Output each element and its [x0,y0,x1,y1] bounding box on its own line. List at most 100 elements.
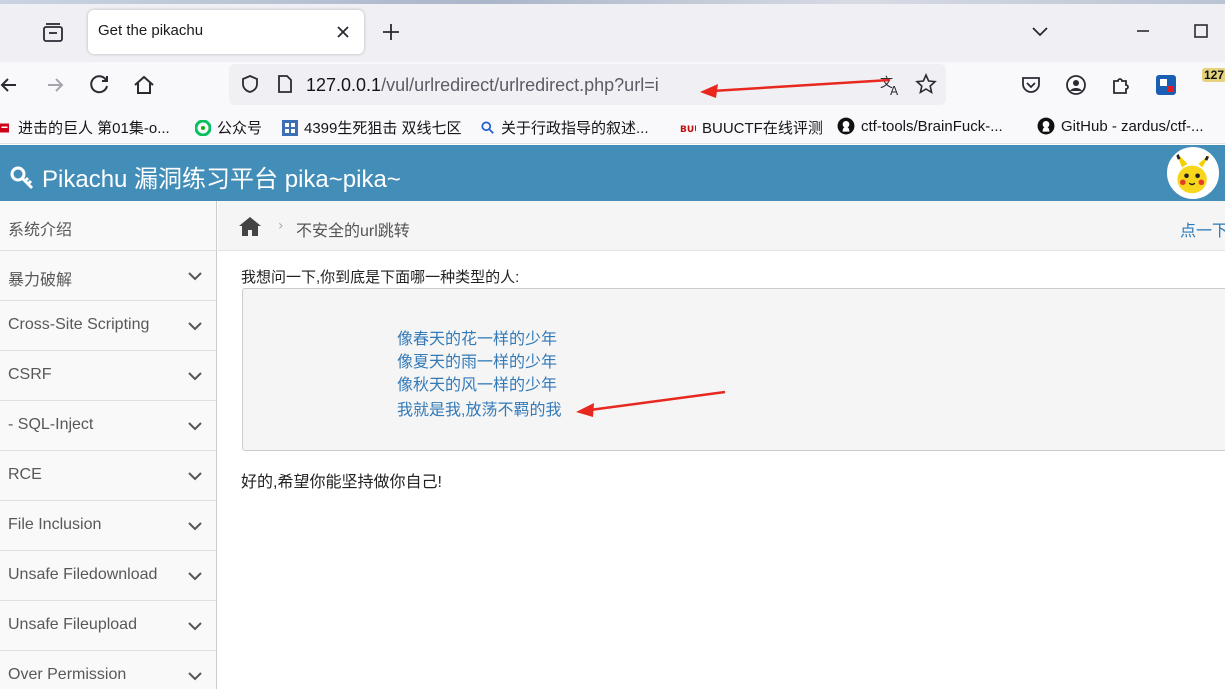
bookmark-item[interactable]: 关于行政指导的叙述... [481,117,649,138]
game-icon [282,120,298,136]
sidebar-item-label: 暴力破解 [8,272,73,289]
bookmark-label: 关于行政指导的叙述... [501,120,649,137]
video-icon [0,123,9,133]
url-host: 127.0.0.1 [306,75,382,95]
sidebar: 系统介绍暴力破解 Cross-Site Scripting CSRF - SQL-In… [0,201,217,689]
shield-icon[interactable] [239,73,261,95]
pocket-icon[interactable] [1018,72,1044,98]
bookmark-label: 进击的巨人 第01集-o... [18,120,170,137]
new-tab-icon[interactable] [379,20,403,44]
bookmark-item[interactable]: 进击的巨人 第01集-o... [0,117,170,138]
chevron-down-icon [188,522,202,531]
chevron-down-icon [188,422,202,431]
extension-badge-button[interactable]: 127 [1198,68,1225,102]
bookmark-star-icon[interactable] [915,73,937,95]
window-top-strip [0,0,1225,4]
translate-icon[interactable]: 文 A [879,73,903,97]
sidebar-item[interactable]: CSRF [0,351,216,401]
tab-overflow-chevron-icon[interactable] [1029,20,1051,42]
bookmark-item[interactable]: GitHub - zardus/ctf-... [1037,117,1204,135]
sidebar-item-label: Cross-Site Scripting [8,316,150,333]
chevron-down-icon [188,472,202,481]
svg-text:A: A [890,84,899,97]
wechat-icon [195,120,211,136]
chevron-down-icon [188,672,202,681]
maximize-icon[interactable] [1190,20,1212,42]
address-bar[interactable]: 127.0.0.1/vul/urlredirect/urlredirect.ph… [229,64,946,105]
bookmark-label: BUUCTF在线评测 [702,120,823,137]
sidebar-item[interactable]: Cross-Site Scripting [0,301,216,351]
account-icon[interactable] [1063,72,1089,98]
option-link-2[interactable]: 像夏天的雨一样的少年 [397,348,557,372]
sidebar-item-label: Unsafe Fileupload [8,616,137,633]
sidebar-item-label: RCE [8,466,42,483]
back-arrow-icon[interactable] [0,72,22,98]
github-icon [837,117,855,135]
search-icon [481,121,494,134]
extension-icon[interactable] [1153,72,1179,98]
sidebar-item-label: CSRF [8,366,52,383]
svg-text:BUU: BUU [680,125,696,135]
option-link-1[interactable]: 像春天的花一样的少年 [397,325,557,349]
reload-icon[interactable] [86,72,112,98]
sidebar-item[interactable]: Unsafe Filedownload [0,551,216,601]
sidebar-item[interactable]: 系统介绍 [0,201,216,251]
minimize-icon[interactable] [1132,20,1154,42]
question-text: 我想问一下,你到底是下面哪一种类型的人: [241,269,520,286]
chevron-down-icon [188,272,202,281]
avatar[interactable] [1167,147,1219,199]
sidebar-item[interactable]: RCE [0,451,216,501]
close-tab-icon[interactable] [334,23,352,41]
home-icon[interactable] [131,72,157,98]
site-header: Pikachu 漏洞练习平台 pika~pika~ [0,145,1225,201]
bookmark-item[interactable]: 公众号 [195,117,262,138]
option-link-3[interactable]: 像秋天的风一样的少年 [397,371,557,395]
sidebar-item[interactable]: File Inclusion [0,501,216,551]
extension-badge: 127 [1202,68,1225,82]
extensions-puzzle-icon[interactable] [1108,72,1134,98]
buuctf-icon: BUU [680,125,696,135]
bookmark-item[interactable]: 4399生死狙击 双线七区 [282,117,462,138]
result-text: 好的,希望你能坚持做你自己! [241,474,442,491]
option-link-4[interactable]: 我就是我,放荡不羁的我 [397,396,561,420]
bookmark-label: 公众号 [217,120,263,137]
browser-tab-bar: Get the pikachu [0,0,1225,62]
github-icon [1037,117,1055,135]
bookmark-item[interactable]: ctf-tools/BrainFuck-... [837,117,1003,135]
pikachu-avatar-icon [1176,152,1210,194]
active-tab[interactable]: Get the pikachu [88,10,364,54]
bookmark-label: GitHub - zardus/ctf-... [1061,118,1204,135]
chevron-down-icon [188,372,202,381]
breadcrumb: › 不安全的url跳转 点一下 [218,201,1225,251]
url-path: /vul/urlredirect/urlredirect.php?url=i [381,75,659,95]
breadcrumb-current: 不安全的url跳转 [296,223,410,240]
answer-box [242,288,1225,451]
tab-title: Get the pikachu [98,22,204,39]
sidebar-item[interactable]: - SQL-Inject [0,401,216,451]
help-link[interactable]: 点一下 [1180,217,1225,241]
page-info-icon[interactable] [274,73,296,95]
sidebar-item[interactable]: Unsafe Fileupload [0,601,216,651]
bookmark-label: 4399生死狙击 双线七区 [304,120,462,137]
sidebar-item-label: Over Permission [8,666,127,683]
breadcrumb-separator: › [278,218,284,234]
sidebar-item[interactable]: Over Permission [0,651,216,689]
chevron-down-icon [188,622,202,631]
chevron-down-icon [188,322,202,331]
key-icon [10,166,34,190]
bookmarks-bar: 进击的巨人 第01集-o... 公众号 4399生死狙击 双线七区 关于行政指导… [0,108,1225,144]
sidebar-item-label: Unsafe Filedownload [8,566,158,583]
sidebar-item-label: File Inclusion [8,516,102,533]
sidebar-item-label: - SQL-Inject [8,416,94,433]
bookmark-label: ctf-tools/BrainFuck-... [861,118,1003,135]
url-text[interactable]: 127.0.0.1/vul/urlredirect/urlredirect.ph… [306,75,659,96]
chevron-down-icon [188,572,202,581]
sidebar-item-label: 系统介绍 [8,222,73,239]
tab-list-icon[interactable] [40,21,66,45]
site-title[interactable]: Pikachu 漏洞练习平台 pika~pika~ [10,159,401,194]
home-icon[interactable] [238,215,262,237]
sidebar-item[interactable]: 暴力破解 [0,251,216,301]
forward-arrow-icon[interactable] [42,72,68,98]
browser-nav-bar: 127.0.0.1/vul/urlredirect/urlredirect.ph… [0,62,1225,108]
bookmark-item[interactable]: BUU BUUCTF在线评测 [680,117,823,138]
